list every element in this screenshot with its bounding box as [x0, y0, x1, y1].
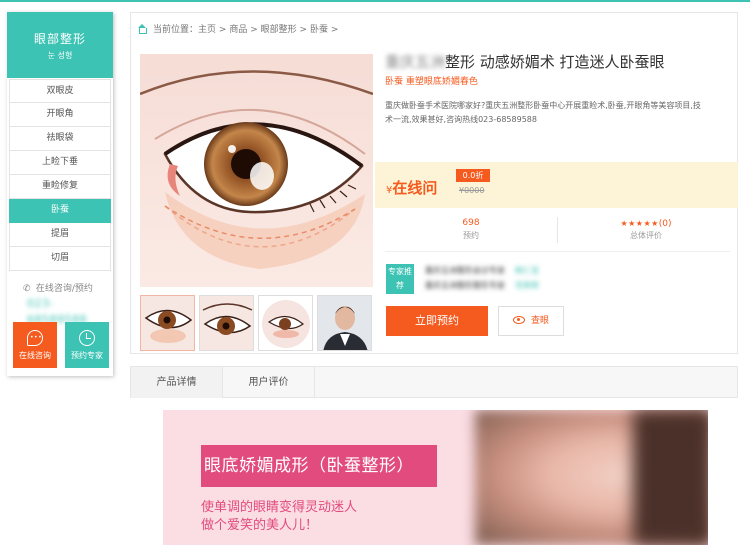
booked-stat: 698 预约: [411, 218, 531, 242]
sidebar-menu: 双眼皮 开眼角 祛眼袋 上睑下垂 重睑修复 卧蚕 提眉 切眉: [9, 79, 111, 271]
book-expert-label: 预约专家: [71, 351, 103, 360]
view-eye-label: 查眼: [530, 316, 549, 326]
detail-tabs: 产品详情 用户评价: [130, 366, 738, 398]
thumbnail-1[interactable]: [140, 295, 195, 351]
thumbnail-strip: [140, 295, 373, 351]
price: ¥在线问: [386, 177, 437, 198]
top-accent-line: [0, 0, 750, 2]
rating-label: 总体评价: [630, 231, 662, 240]
clock-icon: [79, 330, 95, 346]
banner-line-2: 做个爱笑的美人儿！: [201, 518, 319, 533]
sidebar-header: 眼部整形 눈 성형: [7, 12, 113, 78]
banner-headline: 眼底娇媚成形（卧蚕整形）: [201, 445, 437, 487]
product-info: 重庆五洲整形 动感娇媚术 打造迷人卧蚕眼 卧蚕 重塑眼底娇媚春色 重庆做卧蚕手术…: [385, 51, 731, 127]
banner-model-hair: [633, 410, 708, 545]
banner-line-1: 使单调的眼睛变得灵动迷人: [201, 500, 358, 515]
phone-icon: ✆: [23, 284, 31, 294]
breadcrumb: 当前位置：主页 > 商品 > 眼部整形 > 卧蚕 >: [137, 24, 338, 36]
breadcrumb-link-goods[interactable]: 商品: [229, 25, 247, 35]
product-description: 重庆做卧蚕手术医院哪家好?重庆五洲整形卧蚕中心开展重睑术,卧蚕,开眼角等美容项目…: [385, 101, 701, 124]
category-sidebar: 眼部整形 눈 성형 双眼皮 开眼角 祛眼袋 上睑下垂 重睑修复 卧蚕 提眉 切眉…: [7, 12, 113, 376]
view-eye-button[interactable]: 查眼: [498, 306, 564, 336]
book-expert-button[interactable]: 预约专家: [65, 322, 109, 368]
eye-illustration: [140, 54, 373, 287]
breadcrumb-link-eye-surgery[interactable]: 眼部整形: [261, 25, 297, 35]
thumbnail-4-doctor[interactable]: [317, 295, 372, 351]
tab-user-reviews[interactable]: 用户评价: [223, 367, 315, 398]
sidebar-item-ptosis[interactable]: 上睑下垂: [9, 151, 111, 175]
booked-label: 预约: [463, 231, 479, 240]
thumbnail-3[interactable]: [258, 295, 313, 351]
breadcrumb-separator: >: [299, 25, 308, 35]
home-icon[interactable]: [137, 24, 147, 34]
sidebar-subtitle: 눈 성형: [47, 51, 73, 60]
rating-stat: ★★★★★(0) 总体评价: [586, 218, 706, 242]
rating-row: ★★★★★(0): [586, 218, 706, 229]
phone-number: 023-68589588: [27, 297, 87, 326]
sidebar-item-eyelid-repair[interactable]: 重睑修复: [9, 175, 111, 199]
product-subtitle: 卧蚕 重塑眼底娇媚春色: [385, 77, 478, 87]
breadcrumb-link-home[interactable]: 主页: [198, 25, 216, 35]
phone-label-row: ✆ 在线咨询/预约: [7, 283, 113, 296]
online-consult-button[interactable]: ••• 在线咨询: [13, 322, 57, 368]
breadcrumb-separator: >: [330, 25, 339, 35]
discount-badge: 0.0折: [456, 169, 490, 182]
price-box: ¥在线问 0.0折 ¥0000: [375, 162, 738, 208]
sidebar-item-aegyo-sal[interactable]: 卧蚕: [9, 199, 111, 223]
old-price: ¥0000: [459, 186, 485, 195]
stat-divider: [557, 217, 558, 243]
breadcrumb-separator: >: [250, 25, 258, 35]
expert-row[interactable]: 重庆五洲整形整形专家 范荣辉: [425, 280, 539, 292]
sidebar-item-eye-bag-removal[interactable]: 祛眼袋: [9, 127, 111, 151]
breadcrumb-link-aegyo-sal[interactable]: 卧蚕: [310, 25, 328, 35]
book-now-button[interactable]: 立即预约: [386, 306, 488, 336]
breadcrumb-prefix: 当前位置：: [153, 25, 199, 35]
product-main-image: [140, 54, 373, 287]
price-value: 在线问: [392, 179, 438, 197]
star-rating-icon: ★★★★★: [620, 219, 659, 228]
sidebar-item-brow-cut[interactable]: 切眉: [9, 247, 111, 271]
online-consult-label: 在线咨询: [19, 351, 51, 360]
rating-count: (0): [658, 219, 672, 229]
expert-recommend-tag: 专家推荐: [386, 264, 414, 294]
product-title: 重庆五洲整形 动感娇媚术 打造迷人卧蚕眼: [385, 51, 731, 73]
phone-label: 在线咨询/预约: [35, 284, 93, 294]
product-card: 当前位置：主页 > 商品 > 眼部整形 > 卧蚕 > 重庆五洲整形 动感娇媚术 …: [130, 12, 738, 354]
thumbnail-2[interactable]: [199, 295, 254, 351]
sidebar-buttons: ••• 在线咨询 预约专家: [13, 322, 109, 368]
product-title-blurred: 重庆五洲: [385, 53, 446, 71]
expert-hospital: 重庆五洲整形会诊专家: [425, 266, 505, 275]
booked-count: 698: [462, 218, 480, 228]
expert-doctor-name[interactable]: 范荣辉: [515, 281, 539, 290]
tab-product-details[interactable]: 产品详情: [131, 367, 223, 398]
product-title-text: 整形 动感娇媚术 打造迷人卧蚕眼: [445, 53, 665, 71]
expert-doctor-name[interactable]: 韩仁宝: [515, 266, 539, 275]
expert-hospital: 重庆五洲整形整形专家: [425, 281, 505, 290]
sidebar-item-brow-lift[interactable]: 提眉: [9, 223, 111, 247]
breadcrumb-separator: >: [218, 25, 227, 35]
expert-row[interactable]: 重庆五洲整形会诊专家 韩仁宝: [425, 265, 539, 277]
chat-icon: •••: [27, 330, 43, 346]
info-divider: [385, 251, 730, 252]
sidebar-item-canthoplasty[interactable]: 开眼角: [9, 103, 111, 127]
sidebar-title: 眼部整形: [33, 32, 86, 46]
promo-banner: 眼底娇媚成形（卧蚕整形） 使单调的眼睛变得灵动迷人 做个爱笑的美人儿！: [163, 410, 708, 545]
sidebar-item-double-eyelid[interactable]: 双眼皮: [9, 79, 111, 103]
eye-icon: [512, 316, 525, 324]
